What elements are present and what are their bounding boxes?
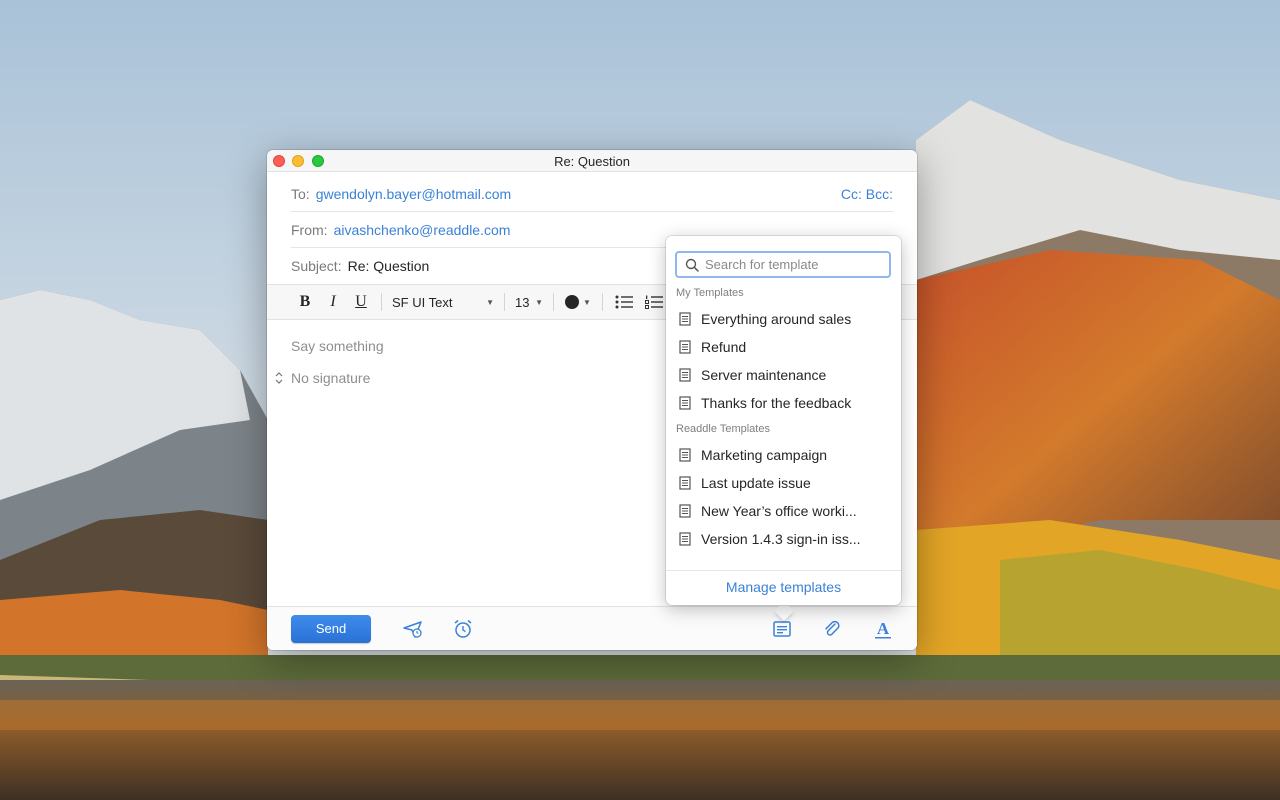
from-label: From: bbox=[291, 221, 328, 238]
document-icon bbox=[679, 476, 691, 490]
template-item-label: Thanks for the feedback bbox=[701, 395, 852, 411]
template-search-input[interactable] bbox=[705, 257, 885, 272]
document-icon bbox=[679, 448, 691, 462]
document-icon bbox=[679, 532, 691, 546]
toolbar-divider bbox=[504, 293, 505, 311]
template-item-label: Everything around sales bbox=[701, 311, 852, 327]
template-item-label: Refund bbox=[701, 339, 747, 355]
signature-value: No signature bbox=[291, 370, 371, 386]
message-body-input[interactable]: Say something bbox=[291, 338, 384, 354]
template-search-box[interactable] bbox=[675, 251, 891, 278]
signature-selector[interactable]: No signature bbox=[275, 370, 370, 386]
template-item-label: Marketing campaign bbox=[701, 447, 828, 463]
send-later-icon[interactable] bbox=[402, 618, 424, 640]
numbered-list-icon bbox=[645, 295, 663, 309]
font-family-value: SF UI Text bbox=[392, 294, 453, 310]
underline-button[interactable]: U bbox=[347, 293, 375, 311]
document-icon bbox=[679, 340, 691, 354]
font-family-dropdown[interactable]: SF UI Text ▼ bbox=[388, 295, 498, 310]
italic-button[interactable]: I bbox=[319, 293, 347, 311]
numbered-list-button[interactable] bbox=[639, 295, 669, 309]
up-down-chevron-icon bbox=[275, 372, 283, 384]
window-title: Re: Question bbox=[554, 154, 630, 169]
bullet-list-button[interactable] bbox=[609, 295, 639, 309]
manage-templates-button[interactable]: Manage templates bbox=[666, 579, 901, 595]
template-item[interactable]: New Year’s office worki... bbox=[666, 497, 901, 525]
text-color-picker[interactable]: ▼ bbox=[560, 295, 596, 309]
toolbar-divider bbox=[553, 293, 554, 311]
reminder-clock-icon[interactable] bbox=[452, 618, 474, 640]
subject-label: Subject: bbox=[291, 258, 342, 274]
subject-field[interactable]: Re: Question bbox=[348, 258, 430, 274]
cc-bcc-button[interactable]: Cc: Bcc: bbox=[841, 186, 893, 202]
from-account[interactable]: aivashchenko@readdle.com bbox=[334, 222, 511, 238]
attachment-icon[interactable] bbox=[821, 618, 843, 640]
templates-icon[interactable] bbox=[771, 618, 793, 640]
chevron-down-icon: ▼ bbox=[486, 297, 494, 307]
template-item[interactable]: Everything around sales bbox=[666, 305, 901, 333]
toolbar-divider bbox=[602, 293, 603, 311]
template-item[interactable]: Last update issue bbox=[666, 469, 901, 497]
chevron-down-icon: ▼ bbox=[535, 297, 543, 307]
document-icon bbox=[679, 368, 691, 382]
template-item[interactable]: Server maintenance bbox=[666, 361, 901, 389]
toolbar-divider bbox=[381, 293, 382, 311]
document-icon bbox=[679, 312, 691, 326]
to-row[interactable]: To: gwendolyn.bayer@hotmail.com Cc: Bcc: bbox=[291, 176, 893, 212]
to-label: To: bbox=[291, 185, 310, 202]
template-item[interactable]: Thanks for the feedback bbox=[666, 389, 901, 417]
send-button[interactable]: Send bbox=[291, 615, 371, 643]
readdle-templates-header: Readdle Templates bbox=[676, 423, 770, 435]
to-recipient[interactable]: gwendolyn.bayer@hotmail.com bbox=[316, 186, 512, 202]
bold-button[interactable]: B bbox=[291, 293, 319, 311]
search-icon bbox=[685, 258, 699, 272]
template-item-label: Version 1.4.3 sign-in iss... bbox=[701, 531, 861, 547]
templates-popover: My Templates Everything around sales Ref… bbox=[666, 236, 901, 605]
template-item[interactable]: Marketing campaign bbox=[666, 441, 901, 469]
template-item-label: Last update issue bbox=[701, 475, 811, 491]
bottom-action-bar: Send A bbox=[267, 606, 917, 650]
font-size-dropdown[interactable]: 13 ▼ bbox=[511, 295, 547, 310]
my-templates-header: My Templates bbox=[676, 287, 744, 299]
document-icon bbox=[679, 396, 691, 410]
font-size-value: 13 bbox=[515, 294, 530, 310]
chevron-down-icon: ▼ bbox=[583, 297, 591, 307]
formatting-icon[interactable]: A bbox=[872, 618, 894, 640]
document-icon bbox=[679, 504, 691, 518]
color-swatch-icon bbox=[565, 295, 580, 309]
svg-text:A: A bbox=[877, 619, 890, 638]
template-item-label: Server maintenance bbox=[701, 367, 827, 383]
popover-divider bbox=[666, 570, 901, 571]
template-item[interactable]: Version 1.4.3 sign-in iss... bbox=[666, 525, 901, 553]
template-item-label: New Year’s office worki... bbox=[701, 503, 857, 519]
title-bar: Re: Question bbox=[267, 150, 917, 172]
bullet-list-icon bbox=[615, 295, 633, 309]
template-item[interactable]: Refund bbox=[666, 333, 901, 361]
